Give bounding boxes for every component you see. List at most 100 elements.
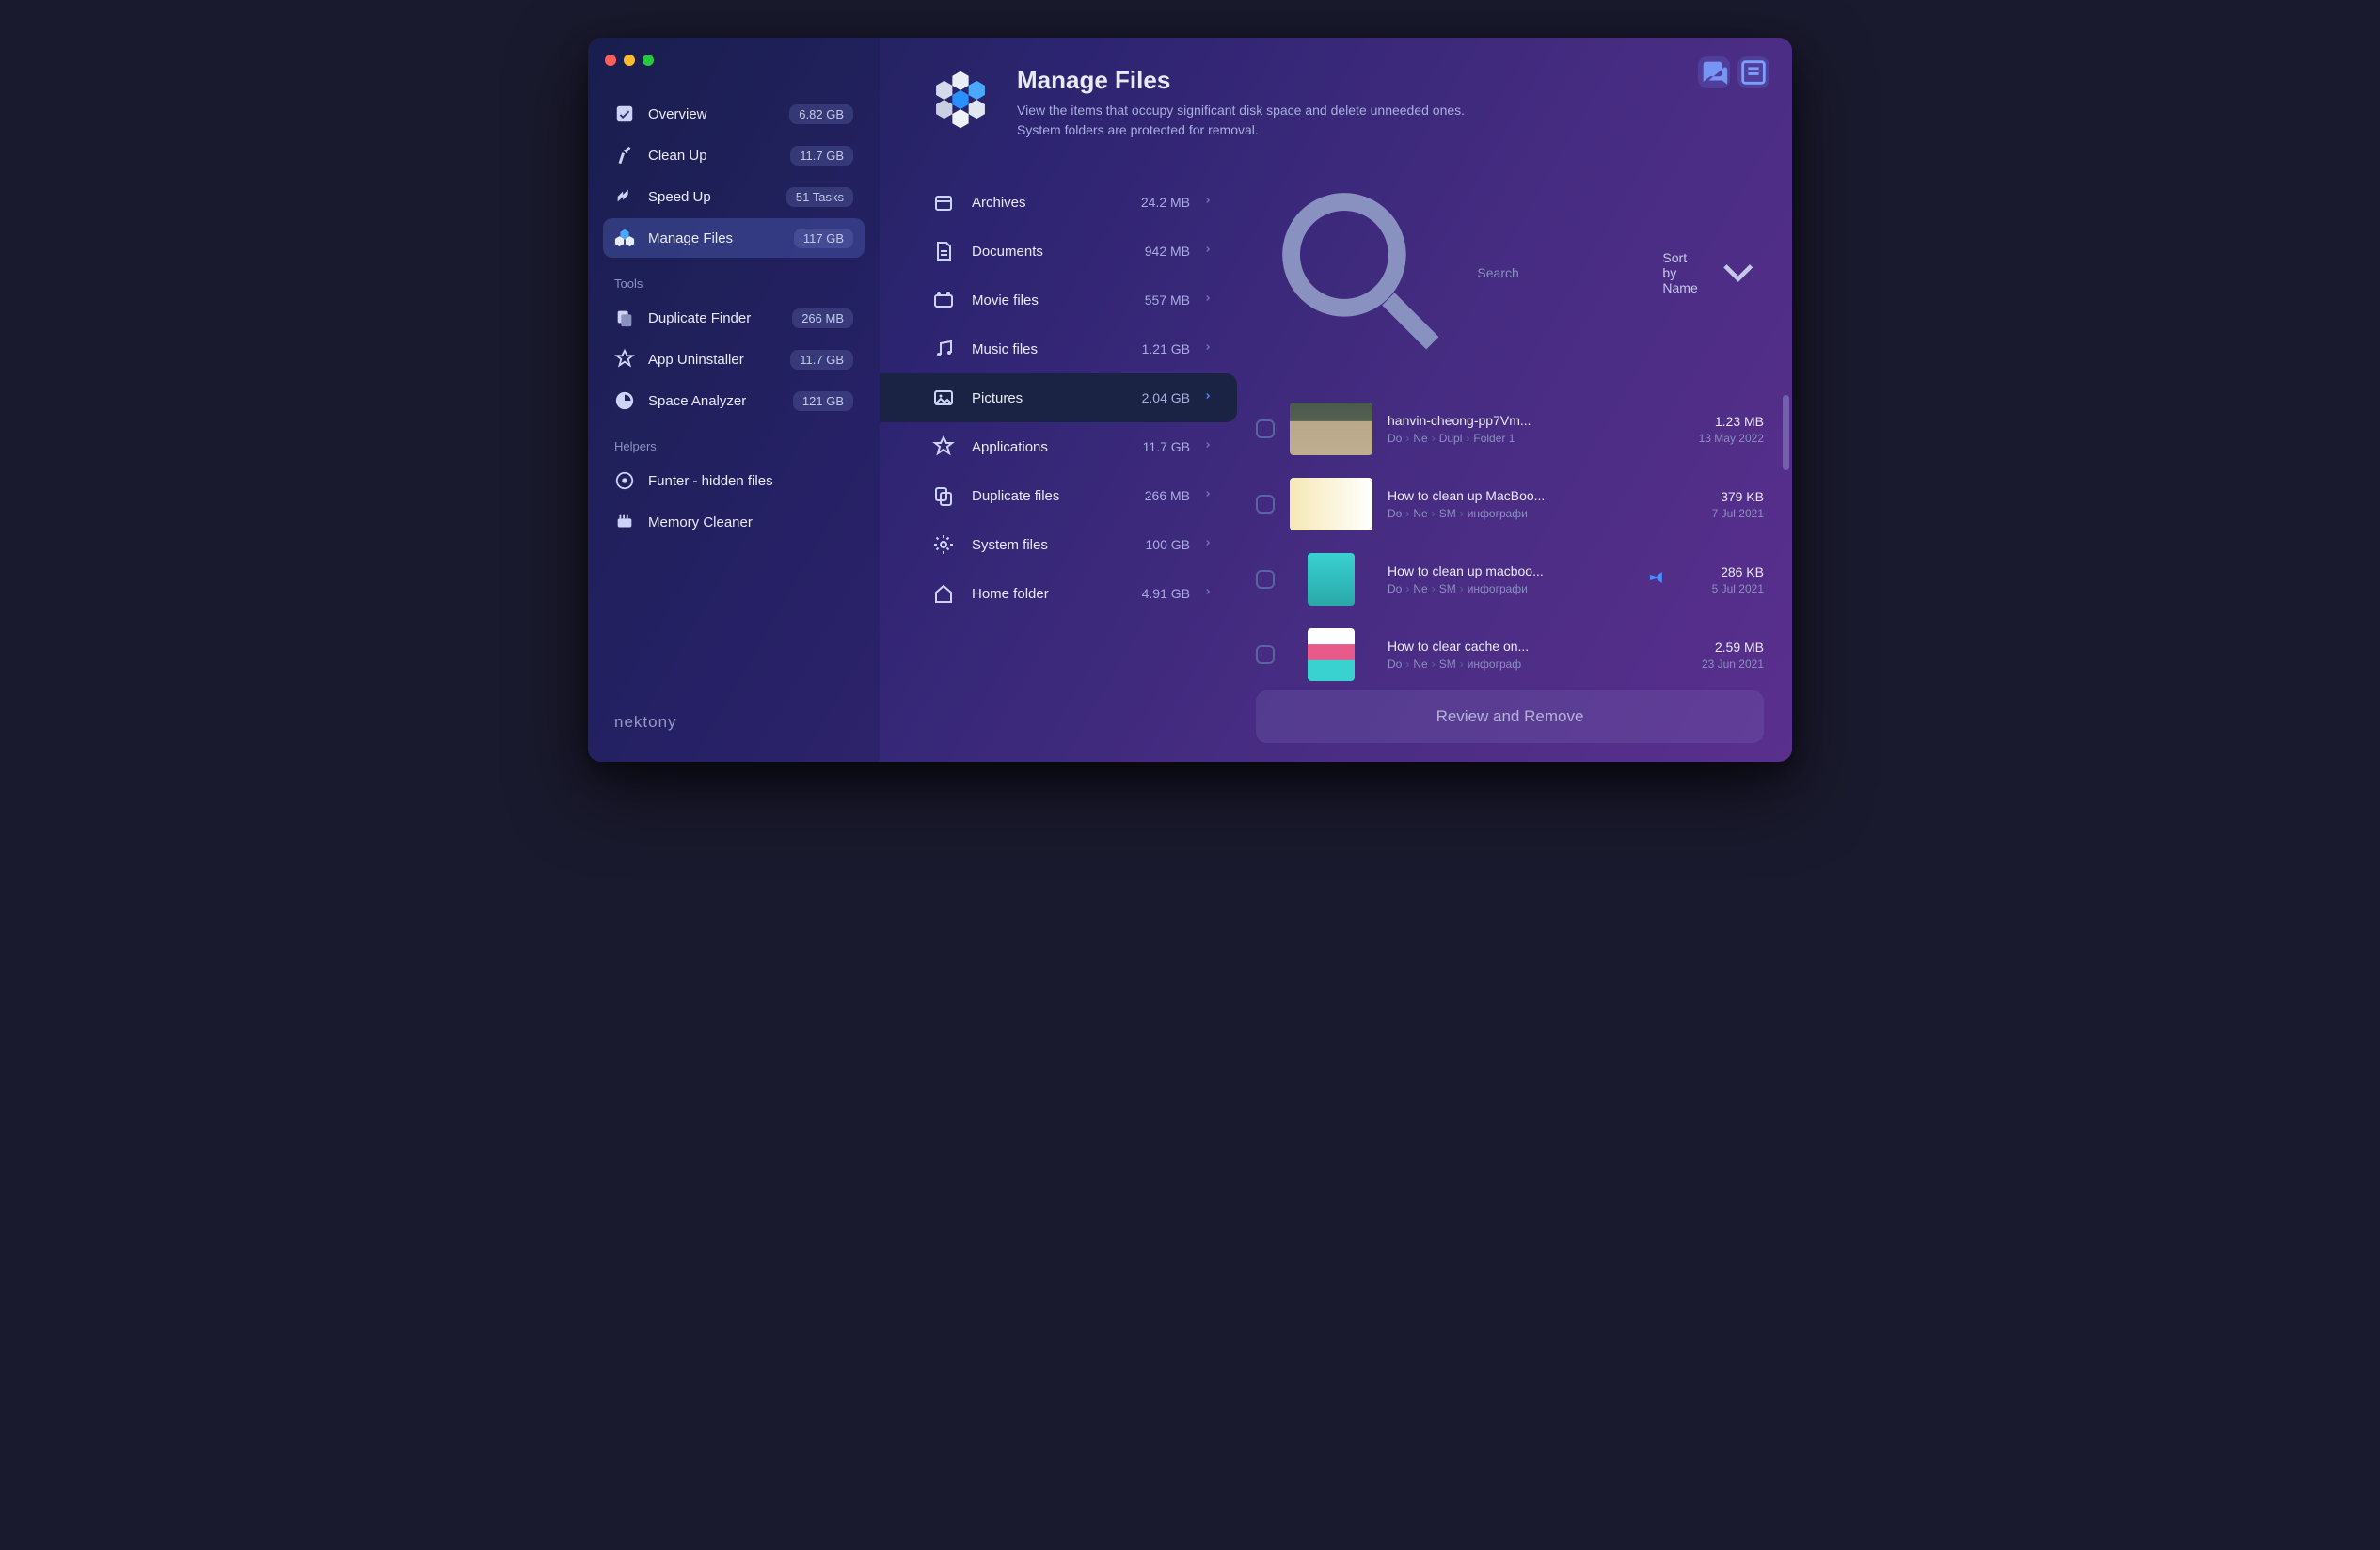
nav-label: Speed Up [648, 189, 786, 205]
category-size: 942 MB [1145, 244, 1190, 259]
file-path: Do›Ne›Dupl›Folder 1 [1388, 432, 1664, 445]
file-row[interactable]: How to clean up macboo... Do›Ne›SM›инфог… [1246, 542, 1773, 617]
category-label: Duplicate files [972, 488, 1145, 504]
clean-up-icon [614, 145, 635, 166]
files-panel: Sort by Name hanvin-cheong-pp7Vm... Do›N… [1237, 159, 1792, 762]
nav-label: Clean Up [648, 148, 790, 164]
file-name: How to clean up macboo... [1388, 563, 1632, 578]
nav-badge: 266 MB [792, 308, 853, 328]
category-archives[interactable]: Archives 24.2 MB [880, 178, 1237, 227]
sidebar-item-funter-hidden-files[interactable]: Funter - hidden files [603, 461, 865, 500]
speed-up-icon [614, 186, 635, 207]
applications-icon [932, 435, 955, 458]
duplicate-finder-icon [614, 308, 635, 328]
home-folder-icon [932, 582, 955, 605]
file-row[interactable]: hanvin-cheong-pp7Vm... Do›Ne›Dupl›Folder… [1246, 391, 1773, 467]
sidebar-item-space-analyzer[interactable]: Space Analyzer 121 GB [603, 381, 865, 420]
space-analyzer-icon [614, 390, 635, 411]
category-size: 11.7 GB [1143, 439, 1190, 454]
file-thumbnail [1290, 478, 1372, 530]
chevron-right-icon [1203, 487, 1213, 505]
sidebar-item-app-uninstaller[interactable]: App Uninstaller 11.7 GB [603, 340, 865, 379]
minimize-window-button[interactable] [624, 55, 635, 66]
category-size: 100 GB [1146, 537, 1190, 552]
chevron-right-icon [1203, 340, 1213, 358]
file-date: 23 Jun 2021 [1679, 657, 1764, 671]
category-label: System files [972, 537, 1146, 553]
category-documents[interactable]: Documents 942 MB [880, 227, 1237, 276]
file-path: Do›Ne›SM›инфографи [1388, 582, 1632, 595]
overview-icon [614, 103, 635, 124]
file-size: 379 KB [1679, 489, 1764, 504]
file-date: 13 May 2022 [1679, 432, 1764, 445]
review-and-remove-button[interactable]: Review and Remove [1256, 690, 1764, 743]
brand-label: nektony [603, 702, 865, 743]
file-checkbox[interactable] [1256, 495, 1275, 514]
file-checkbox[interactable] [1256, 570, 1275, 589]
category-size: 557 MB [1145, 293, 1190, 308]
category-system-files[interactable]: System files 100 GB [880, 520, 1237, 569]
category-label: Archives [972, 195, 1141, 211]
nav-label: Memory Cleaner [648, 514, 853, 530]
section-title-helpers: Helpers [603, 422, 865, 461]
close-window-button[interactable] [605, 55, 616, 66]
file-checkbox[interactable] [1256, 645, 1275, 664]
category-home-folder[interactable]: Home folder 4.91 GB [880, 569, 1237, 618]
movie-files-icon [932, 289, 955, 311]
share-icon [1647, 569, 1664, 591]
sidebar-item-manage-files[interactable]: Manage Files 117 GB [603, 218, 865, 258]
files-list: hanvin-cheong-pp7Vm... Do›Ne›Dupl›Folder… [1237, 391, 1783, 681]
sidebar-item-overview[interactable]: Overview 6.82 GB [603, 94, 865, 134]
nav-badge: 121 GB [793, 391, 853, 411]
page-header: Manage Files View the items that occupy … [880, 38, 1792, 159]
sidebar-item-memory-cleaner[interactable]: Memory Cleaner [603, 502, 865, 542]
file-date: 7 Jul 2021 [1679, 507, 1764, 520]
nav-label: App Uninstaller [648, 352, 790, 368]
category-movie-files[interactable]: Movie files 557 MB [880, 276, 1237, 324]
category-music-files[interactable]: Music files 1.21 GB [880, 324, 1237, 373]
file-row[interactable]: How to clean up MacBoo... Do›Ne›SM›инфог… [1246, 467, 1773, 542]
chevron-right-icon [1203, 585, 1213, 603]
nav-badge: 117 GB [794, 229, 853, 248]
scrollbar[interactable] [1783, 395, 1789, 470]
chevron-right-icon [1203, 292, 1213, 309]
file-checkbox[interactable] [1256, 419, 1275, 438]
category-applications[interactable]: Applications 11.7 GB [880, 422, 1237, 471]
manage-files-icon [927, 66, 994, 134]
category-list: Archives 24.2 MB Documents 942 MB Movie … [880, 159, 1237, 762]
category-label: Documents [972, 244, 1145, 260]
file-size: 1.23 MB [1679, 414, 1764, 429]
category-size: 1.21 GB [1142, 341, 1190, 356]
nav-badge: 51 Tasks [786, 187, 853, 207]
category-label: Music files [972, 341, 1142, 357]
sidebar-item-duplicate-finder[interactable]: Duplicate Finder 266 MB [603, 298, 865, 338]
file-date: 5 Jul 2021 [1679, 582, 1764, 595]
system-files-icon [932, 533, 955, 556]
file-name: How to clean up MacBoo... [1388, 488, 1664, 503]
file-thumbnail [1290, 403, 1372, 455]
sidebar-item-clean-up[interactable]: Clean Up 11.7 GB [603, 135, 865, 175]
pictures-icon [932, 387, 955, 409]
app-window: Overview 6.82 GB Clean Up 11.7 GB Speed … [588, 38, 1792, 762]
category-pictures[interactable]: Pictures 2.04 GB [880, 373, 1237, 422]
category-label: Applications [972, 439, 1143, 455]
search-box[interactable] [1256, 166, 1647, 378]
chevron-right-icon [1203, 536, 1213, 554]
category-label: Pictures [972, 390, 1142, 406]
nav-badge: 6.82 GB [789, 104, 853, 124]
category-size: 4.91 GB [1142, 586, 1190, 601]
nav-label: Funter - hidden files [648, 473, 853, 489]
file-thumbnail [1308, 553, 1355, 606]
search-input[interactable] [1477, 265, 1647, 280]
file-name: How to clear cache on... [1388, 639, 1664, 654]
sidebar-item-speed-up[interactable]: Speed Up 51 Tasks [603, 177, 865, 216]
sort-label: Sort by Name [1662, 250, 1704, 295]
nav-label: Manage Files [648, 230, 794, 246]
sidebar: Overview 6.82 GB Clean Up 11.7 GB Speed … [588, 38, 880, 762]
file-size: 2.59 MB [1679, 640, 1764, 655]
nav-label: Overview [648, 106, 789, 122]
maximize-window-button[interactable] [643, 55, 654, 66]
sort-button[interactable]: Sort by Name [1662, 246, 1764, 298]
category-duplicate-files[interactable]: Duplicate files 266 MB [880, 471, 1237, 520]
file-row[interactable]: How to clear cache on... Do›Ne›SM›инфогр… [1246, 617, 1773, 681]
